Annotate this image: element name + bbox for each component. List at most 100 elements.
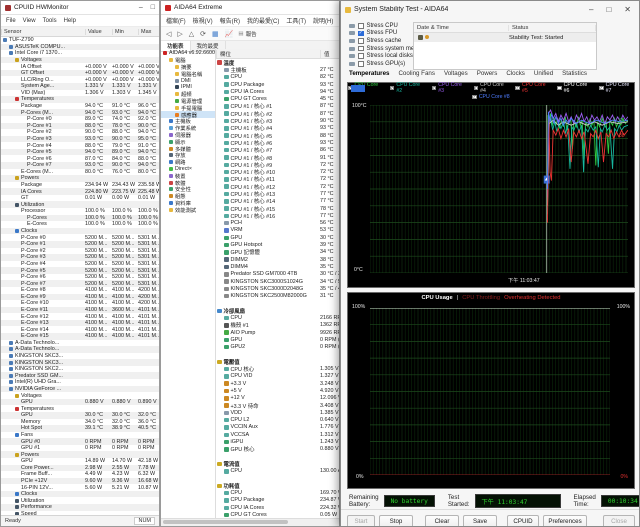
- table-row[interactable]: P-Core #5 5200 M... 5200 M... 5301 M...: [1, 267, 159, 274]
- tree-item[interactable]: 多媒體: [161, 145, 215, 152]
- hwmonitor-titlebar[interactable]: CPUID HWMonitor – □: [1, 1, 159, 15]
- table-row[interactable]: Intel Core i7 1370...: [1, 50, 159, 57]
- table-row[interactable]: NVIDIA GeForce ...: [1, 385, 159, 393]
- close-button[interactable]: Close: [603, 515, 635, 526]
- tree-item[interactable]: 電腦: [161, 57, 215, 64]
- sensor-row[interactable]: VRM 53 °C: [216, 227, 339, 234]
- table-row[interactable]: LLC/Ring O... +0.000 V +0.000 V +0.000 V: [1, 76, 159, 83]
- tree-item[interactable]: 超頻: [161, 91, 215, 98]
- table-row[interactable]: P-Cores 100.0 % 100.0 % 100.0 %: [1, 214, 159, 222]
- table-row[interactable]: Package 94.0 °C 91.0 °C 96.0 °C: [1, 103, 159, 110]
- sensor-row[interactable]: GPU 30 °C: [216, 234, 339, 241]
- table-row[interactable]: System Age... 1.331 V 1.331 V 1.331 V: [1, 83, 159, 90]
- table-row[interactable]: E-Cores 100.0 % 100.0 % 100.0 %: [1, 221, 159, 228]
- table-row[interactable]: E-Core #14 4100 M... 4100 M... 4101 M...: [1, 326, 159, 333]
- tree-item[interactable]: 組態: [161, 193, 215, 200]
- table-row[interactable]: GT 0.01 W 0.00 W 0.01 W: [1, 195, 159, 202]
- table-row[interactable]: KINGSTON SKC3...: [1, 353, 159, 360]
- tree-item[interactable]: 主機板: [161, 118, 215, 125]
- tree-item[interactable]: 作業系統: [161, 125, 215, 132]
- table-row[interactable]: Clocks: [1, 490, 159, 498]
- legend-item[interactable]: ✓ CPU Core #7: [599, 82, 634, 94]
- table-row[interactable]: VID (Max) 1.306 V 1.303 V 1.345 V: [1, 90, 159, 97]
- checkbox[interactable]: [358, 38, 364, 44]
- tree-item[interactable]: 伺服器: [161, 132, 215, 138]
- legend-item[interactable]: ✓ CPU Core #5: [515, 82, 550, 94]
- sensor-row[interactable]: +3.3 V 3.248 V: [216, 380, 339, 387]
- table-row[interactable]: IA Offset +0.000 V +0.000 V +0.000 V: [1, 63, 159, 70]
- legend-item[interactable]: ✓ CPU Core #3: [431, 82, 467, 94]
- sensor-row[interactable]: +3.3 V 待命 3.408 V: [216, 402, 339, 410]
- tab-temperatures[interactable]: Temperatures: [349, 70, 389, 77]
- table-row[interactable]: A-Data Technolo...: [1, 346, 159, 353]
- table-row[interactable]: IA Cores 224.80 W 223.75 W 225.48 W: [1, 188, 159, 195]
- tree-item[interactable]: 手提電腦: [161, 104, 215, 111]
- menu-item[interactable]: 工具(T): [286, 16, 306, 25]
- table-row[interactable]: A-Data Technolo...: [1, 340, 159, 347]
- sensor-row[interactable]: CPU L2 0.640 V: [216, 417, 339, 424]
- menu-item-help[interactable]: Help: [64, 18, 76, 24]
- hwmonitor-column-headers[interactable]: Sensor Value Min Max: [1, 27, 159, 37]
- tree-item[interactable]: 摘要: [161, 64, 215, 70]
- sensor-section-row[interactable]: 電流值: [216, 460, 339, 468]
- legend-item[interactable]: ✓ CPU Core #8: [472, 94, 510, 100]
- sensor-row[interactable]: GPU 核心 0.880 V: [216, 446, 339, 453]
- sensor-row[interactable]: CPU Package 234.87 W: [216, 497, 339, 504]
- table-row[interactable]: P-Core #6 5200 M... 5200 M... 5301 M...: [1, 274, 159, 281]
- tab-unified[interactable]: Unified: [534, 70, 553, 77]
- tree-item[interactable]: 電腦名稱: [161, 70, 215, 77]
- tab-statistics[interactable]: Statistics: [562, 70, 587, 77]
- report-button[interactable]: ▤ 報告: [238, 30, 256, 38]
- table-row[interactable]: P-Core #0 89.0 °C 74.0 °C 92.0 °C: [1, 116, 159, 123]
- tree-item[interactable]: 顯示: [161, 138, 215, 145]
- checkbox[interactable]: [358, 61, 364, 67]
- table-row[interactable]: Temperatures: [1, 405, 159, 412]
- checkbox[interactable]: [358, 45, 364, 52]
- tree-item[interactable]: 安全性: [161, 186, 215, 193]
- log-row[interactable]: Stability Test: Started: [414, 33, 596, 42]
- tree-item[interactable]: IPMI: [161, 84, 215, 91]
- sensor-row[interactable]: CPU 169.70 W: [216, 490, 339, 497]
- column-header[interactable]: Sensor: [1, 28, 85, 35]
- menu-item-tools[interactable]: Tools: [43, 18, 57, 24]
- legend-checkbox[interactable]: ✓: [472, 95, 477, 100]
- legend-checkbox[interactable]: ✓: [515, 86, 520, 91]
- table-row[interactable]: Temperatures: [1, 96, 159, 103]
- legend-checkbox[interactable]: ✓: [473, 86, 479, 91]
- table-row[interactable]: Processor 100.0 % 100.0 % 100.0 %: [1, 208, 159, 215]
- tree-item[interactable]: 網路: [161, 159, 215, 166]
- sensor-row[interactable]: KINGSTON SKC2500M82000G 31 °C: [216, 293, 339, 300]
- sensor-row[interactable]: KINGSTON SKC3000S1024G 34 °C / 53 °C: [216, 278, 339, 285]
- sensor-row[interactable]: CPU IA Cores 94 °C: [216, 88, 339, 95]
- table-row[interactable]: E-Core #9 4100 M... 4100 M... 4200 M...: [1, 293, 159, 301]
- legend-item[interactable]: ✓ CPU Core #4: [473, 82, 509, 94]
- tree-item[interactable]: 存放: [161, 152, 215, 159]
- table-row[interactable]: Utilization: [1, 497, 159, 504]
- table-row[interactable]: GPU 30.0 °C 30.0 °C 32.0 °C: [1, 411, 159, 419]
- table-row[interactable]: Intel(R) UHD Gra...: [1, 379, 159, 386]
- tree-item[interactable]: DMI: [161, 77, 215, 84]
- stop-button[interactable]: Stop: [379, 515, 413, 526]
- aida64-titlebar[interactable]: AIDA64 Extreme: [161, 1, 339, 15]
- table-row[interactable]: PCIe +12V 9.60 W 9.36 W 16.68 W: [1, 477, 159, 485]
- sensor-row[interactable]: CPU VID 1.327 V: [216, 373, 339, 380]
- table-row[interactable]: Powers: [1, 175, 159, 182]
- table-row[interactable]: P-Core #6 87.0 °C 84.0 °C 88.0 °C: [1, 155, 159, 162]
- table-row[interactable]: GT Offset +0.000 V +0.000 V +0.000 V: [1, 69, 159, 77]
- sensor-row[interactable]: CPU IA Cores 224.32 W: [216, 504, 339, 511]
- table-row[interactable]: 16-PIN 12V... 5.60 W 5.21 W 10.87 W: [1, 484, 159, 491]
- tree-item[interactable]: 感應器: [161, 111, 215, 118]
- table-row[interactable]: P-Core #7 5200 M... 5200 M... 5301 M...: [1, 280, 159, 287]
- back-icon[interactable]: ◁: [165, 30, 172, 38]
- table-row[interactable]: GPU 0.880 V 0.880 V 0.890 V: [1, 398, 159, 406]
- menu-item[interactable]: 檔案(F): [166, 16, 186, 25]
- table-row[interactable]: P-Core #2 90.0 °C 88.0 °C 94.0 °C: [1, 129, 159, 136]
- table-row[interactable]: Voltages: [1, 392, 159, 399]
- sensor-row[interactable]: VDD 1.385 V: [216, 409, 339, 416]
- tree-item[interactable]: Direct×: [161, 166, 215, 173]
- table-row[interactable]: KINGSTON SKC2...: [1, 366, 159, 373]
- menu-item-file[interactable]: File: [6, 18, 16, 24]
- tab-powers[interactable]: Powers: [477, 70, 498, 77]
- column-header[interactable]: Status: [509, 24, 596, 31]
- sensor-row[interactable]: DIMM2 38 °C: [216, 256, 339, 263]
